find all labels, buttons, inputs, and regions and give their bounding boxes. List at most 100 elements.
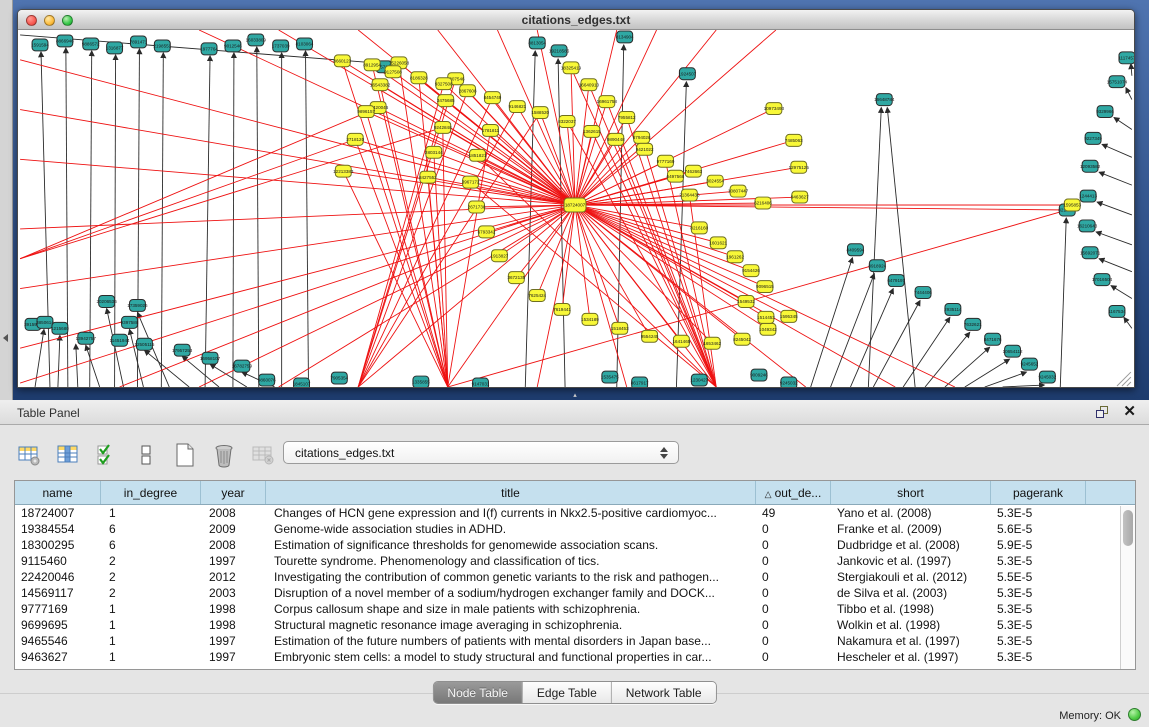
table-row[interactable]: 1938455462009Genome-wide association stu… bbox=[15, 521, 1135, 537]
network-node[interactable]: 9146821 bbox=[508, 101, 526, 113]
network-node[interactable]: 6479197 bbox=[887, 275, 905, 287]
network-node[interactable]: 9245032 bbox=[780, 377, 798, 387]
row-height-icon[interactable] bbox=[133, 442, 159, 468]
table-row[interactable]: 969969511998Structural magnetic resonanc… bbox=[15, 617, 1135, 633]
network-node[interactable]: 9397588 bbox=[121, 316, 139, 328]
network-node[interactable]: 8912954 bbox=[363, 59, 381, 71]
network-node[interactable]: 1534189 bbox=[581, 313, 599, 325]
network-node[interactable]: 18325419 bbox=[561, 62, 582, 74]
network-node[interactable]: 2671738 bbox=[468, 201, 486, 213]
table-row[interactable]: 977716911998Corpus callosum shape and si… bbox=[15, 601, 1135, 617]
column-header-in_degree[interactable]: in_degree bbox=[101, 481, 201, 504]
network-node[interactable]: 7444406 bbox=[914, 287, 932, 299]
network-node[interactable]: 9227349 bbox=[1084, 132, 1102, 144]
network-node[interactable]: 1167534 bbox=[1108, 305, 1126, 317]
network-node[interactable]: 8454749 bbox=[484, 92, 502, 104]
network-node[interactable]: 9860076 bbox=[258, 374, 276, 386]
network-node[interactable]: 8471676 bbox=[984, 333, 1002, 345]
tab-node-table[interactable]: Node Table bbox=[433, 682, 523, 703]
network-node[interactable]: 9421022 bbox=[636, 143, 654, 155]
network-hub-node[interactable]: 18724007 bbox=[564, 198, 586, 212]
network-node[interactable]: 1230427 bbox=[690, 374, 708, 386]
network-node[interactable]: 15751074 bbox=[1107, 76, 1128, 88]
network-node[interactable]: 9012546 bbox=[224, 40, 242, 52]
network-node[interactable]: 10654112 bbox=[1003, 345, 1023, 357]
select-column-icon[interactable] bbox=[55, 442, 81, 468]
network-window-titlebar[interactable]: citations_edges.txt bbox=[18, 10, 1134, 30]
network-node[interactable]: 1514453 bbox=[757, 311, 775, 323]
network-node[interactable]: 21364436 bbox=[679, 189, 700, 201]
network-node[interactable]: 1845107 bbox=[293, 378, 311, 387]
network-node[interactable]: 9147031 bbox=[472, 378, 490, 387]
network-node[interactable]: 17359026 bbox=[127, 299, 148, 311]
network-node[interactable]: 1653462 bbox=[703, 337, 721, 349]
network-node[interactable]: 15692071 bbox=[1080, 247, 1101, 259]
network-node[interactable]: 11451944 bbox=[110, 334, 130, 346]
memory-status-icon[interactable] bbox=[1128, 708, 1141, 721]
network-node[interactable]: 6793342 bbox=[478, 226, 496, 238]
network-node[interactable]: 8617917 bbox=[631, 377, 649, 387]
network-node[interactable]: 2803144 bbox=[425, 146, 443, 158]
table-row[interactable]: 1456911722003Disruption of a novel membe… bbox=[15, 585, 1135, 601]
network-node[interactable]: 8216160 bbox=[690, 222, 708, 234]
network-node[interactable]: 1781811 bbox=[482, 124, 500, 136]
left-dock-strip[interactable] bbox=[0, 0, 13, 400]
network-node[interactable]: 1244413 bbox=[1079, 190, 1097, 202]
network-node[interactable]: 16782759 bbox=[232, 360, 253, 372]
network-node[interactable]: 3672135 bbox=[507, 272, 525, 284]
network-node[interactable]: 16210643 bbox=[1077, 220, 1098, 232]
network-node[interactable]: 16961758 bbox=[597, 96, 618, 108]
network-node[interactable]: 1601621 bbox=[709, 237, 727, 249]
network-node[interactable]: 8918924 bbox=[868, 260, 886, 272]
table-selector-dropdown[interactable]: citations_edges.txt bbox=[283, 441, 679, 464]
network-graph[interactable]: 1591594886694698865721316877789147121985… bbox=[18, 30, 1134, 387]
network-node[interactable]: 9777169 bbox=[657, 155, 675, 167]
network-node[interactable]: 6497568 bbox=[667, 170, 685, 182]
network-node[interactable]: 1924507 bbox=[678, 68, 696, 80]
column-header-short[interactable]: short bbox=[831, 481, 991, 504]
network-node[interactable]: 12505115 bbox=[134, 338, 154, 350]
network-node[interactable]: 9245032 bbox=[1038, 371, 1056, 383]
network-node[interactable]: 8409594 bbox=[847, 244, 865, 256]
network-node[interactable]: 1316877 bbox=[106, 42, 124, 54]
network-node[interactable]: 13942757 bbox=[76, 332, 97, 344]
table-settings-icon[interactable] bbox=[16, 442, 42, 468]
network-node[interactable]: 7485063 bbox=[785, 134, 803, 146]
network-node[interactable]: 1588520 bbox=[531, 107, 549, 119]
network-node[interactable]: 1362615 bbox=[583, 125, 601, 137]
network-node[interactable]: 12975125 bbox=[789, 161, 810, 173]
column-header-pagerank[interactable]: pagerank bbox=[991, 481, 1086, 504]
delete-trash-icon[interactable] bbox=[211, 442, 237, 468]
network-node[interactable]: 2867608 bbox=[459, 85, 477, 97]
network-node[interactable]: 19218586 bbox=[549, 45, 570, 57]
network-node[interactable]: 7905354 bbox=[330, 372, 348, 384]
network-node[interactable]: 8866946 bbox=[56, 35, 74, 47]
table-row[interactable]: 911546021997Tourette syndrome. Phenomeno… bbox=[15, 553, 1135, 569]
network-node[interactable]: 8427552 bbox=[419, 171, 437, 183]
network-node[interactable]: 8322037 bbox=[558, 116, 576, 128]
network-node[interactable]: 9329966 bbox=[1096, 106, 1114, 118]
table-row[interactable]: 2242004622012Investigating the contribut… bbox=[15, 569, 1135, 585]
select-rows-icon[interactable] bbox=[94, 442, 120, 468]
network-node[interactable]: 1961262 bbox=[726, 251, 744, 263]
network-node[interactable]: 1535475 bbox=[601, 371, 619, 383]
network-node[interactable]: 12093582 bbox=[1080, 160, 1101, 172]
network-node[interactable]: 9896157 bbox=[357, 106, 375, 118]
network-node[interactable]: 1049342 bbox=[759, 323, 777, 335]
network-node[interactable]: 1977764 bbox=[200, 43, 218, 55]
network-node[interactable]: 17016504 bbox=[1092, 274, 1113, 286]
network-node[interactable]: 1518453 bbox=[611, 322, 629, 334]
network-node[interactable]: 7462663 bbox=[684, 165, 702, 177]
network-node[interactable]: 16640910 bbox=[579, 79, 600, 91]
network-node[interactable]: 9463627 bbox=[791, 191, 809, 203]
network-node[interactable]: 9886572 bbox=[82, 38, 100, 50]
network-node[interactable]: 1117457 bbox=[1118, 52, 1134, 64]
network-node[interactable]: 3475685 bbox=[437, 95, 455, 107]
tab-edge-table[interactable]: Edge Table bbox=[523, 682, 612, 703]
network-node[interactable]: 7619441 bbox=[553, 303, 571, 315]
dock-grip-icon[interactable] bbox=[3, 334, 8, 342]
column-header-out_degree[interactable]: △out_de... bbox=[756, 481, 831, 504]
network-node[interactable]: 9554245 bbox=[641, 330, 659, 342]
network-node[interactable]: 9096515 bbox=[756, 281, 774, 293]
scrollbar-thumb[interactable] bbox=[1123, 510, 1133, 546]
